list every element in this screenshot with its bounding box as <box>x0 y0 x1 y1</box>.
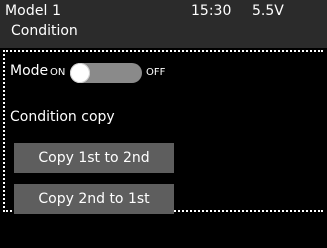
condition-screen: Model 1 15:30 5.5V Condition Mode ON OFF… <box>0 0 327 248</box>
mode-toggle[interactable] <box>70 63 142 83</box>
model-name: Model 1 <box>5 3 62 19</box>
condition-copy-label: Condition copy <box>10 109 115 125</box>
battery-voltage: 5.5V <box>252 3 284 19</box>
toggle-knob[interactable] <box>70 63 90 83</box>
page-title: Condition <box>11 23 78 39</box>
copy-2nd-to-1st-button[interactable]: Copy 2nd to 1st <box>14 184 174 214</box>
copy-1st-to-2nd-button[interactable]: Copy 1st to 2nd <box>14 143 174 173</box>
off-label: OFF <box>146 67 166 78</box>
clock: 15:30 <box>191 3 232 19</box>
on-label: ON <box>50 67 66 78</box>
header-bar: Model 1 15:30 5.5V Condition <box>0 0 327 48</box>
mode-label: Mode <box>10 63 49 79</box>
